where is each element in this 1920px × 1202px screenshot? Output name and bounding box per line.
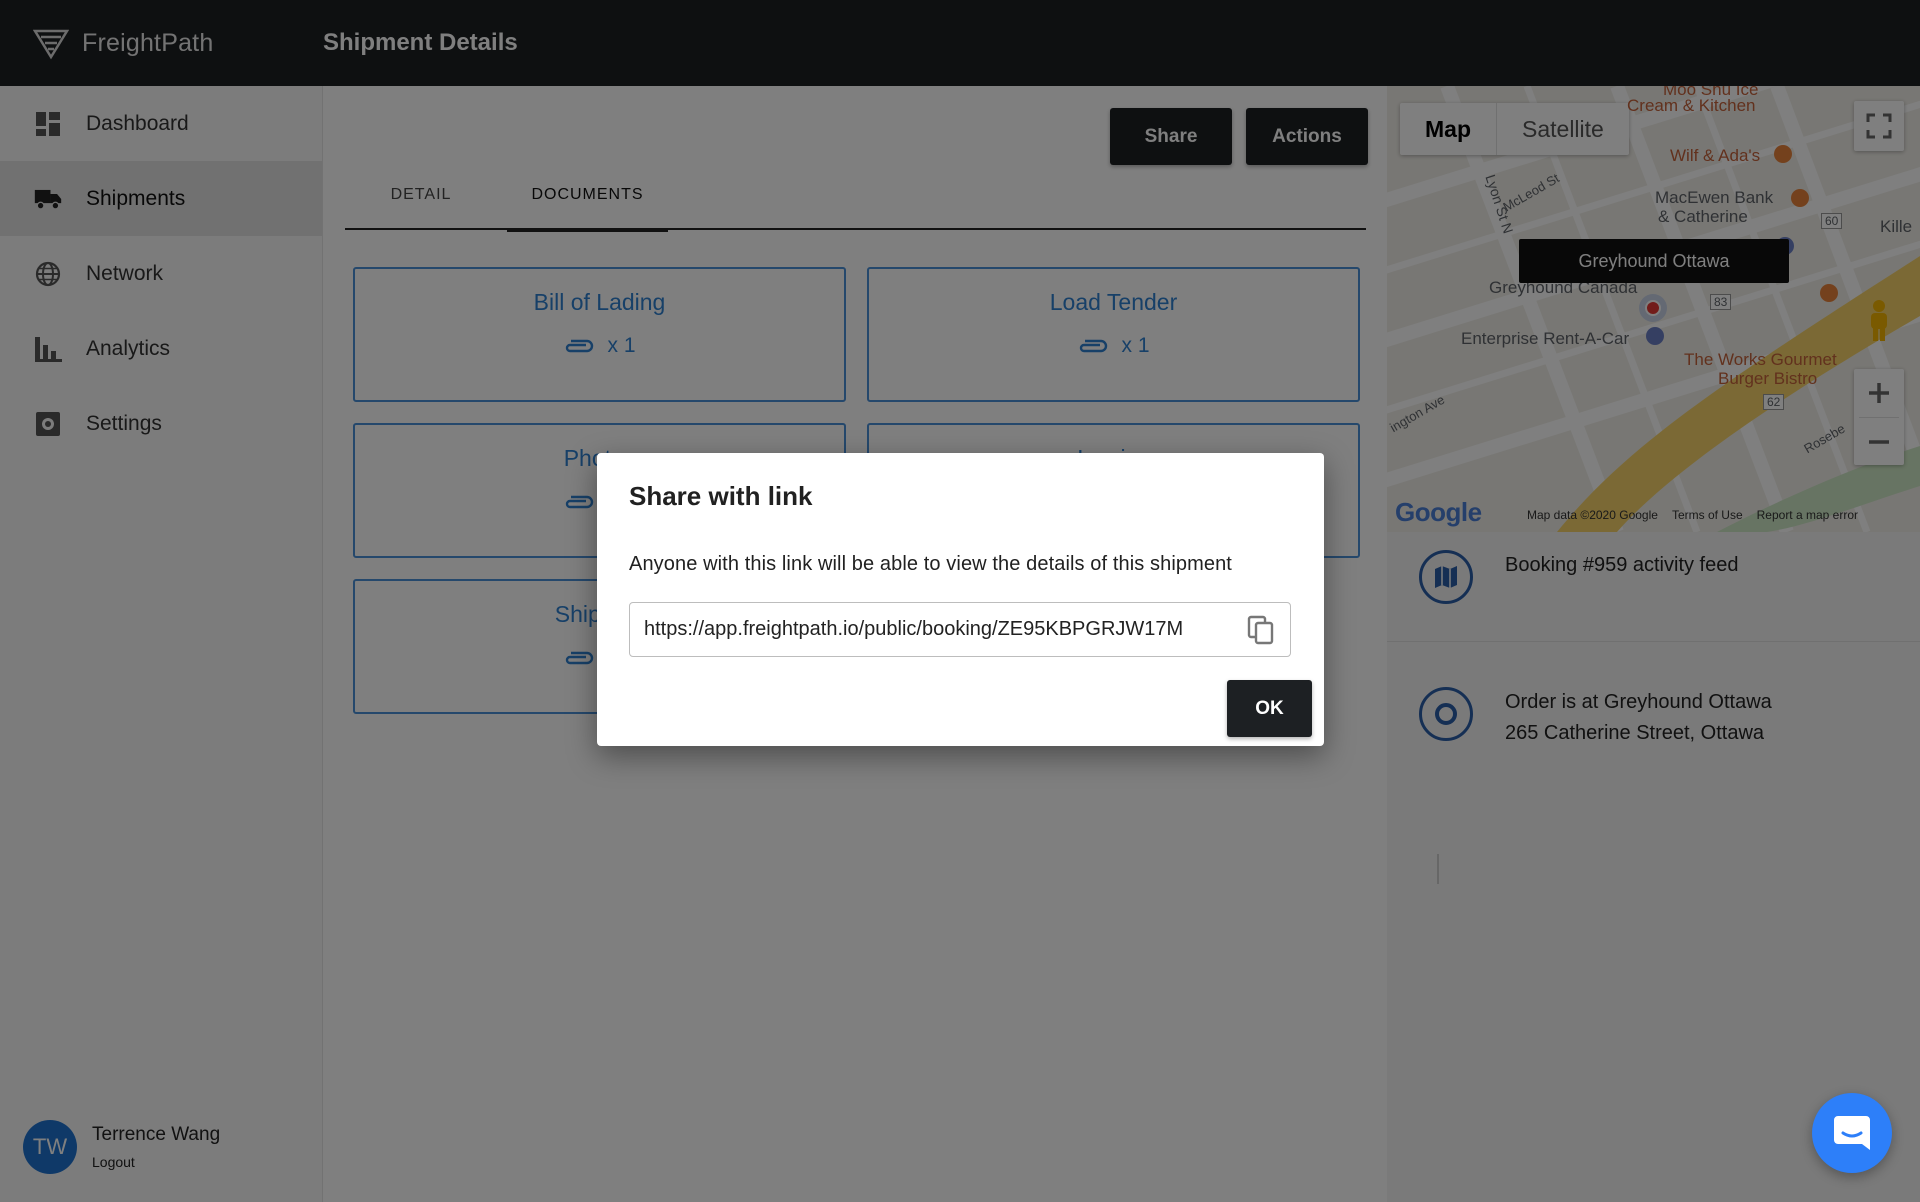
copy-link-button[interactable]	[1246, 615, 1276, 645]
dialog-title: Share with link	[629, 481, 813, 511]
chat-icon	[1834, 1116, 1870, 1150]
chat-launcher-button[interactable]	[1812, 1093, 1892, 1173]
dialog-message: Anyone with this link will be able to vi…	[629, 553, 1232, 575]
share-link-dialog: Share with link Anyone with this link wi…	[597, 453, 1324, 746]
copy-icon	[1247, 615, 1274, 645]
ok-button[interactable]: OK	[1227, 680, 1312, 737]
share-link-field	[629, 602, 1291, 657]
share-link-input[interactable]	[644, 618, 1234, 641]
